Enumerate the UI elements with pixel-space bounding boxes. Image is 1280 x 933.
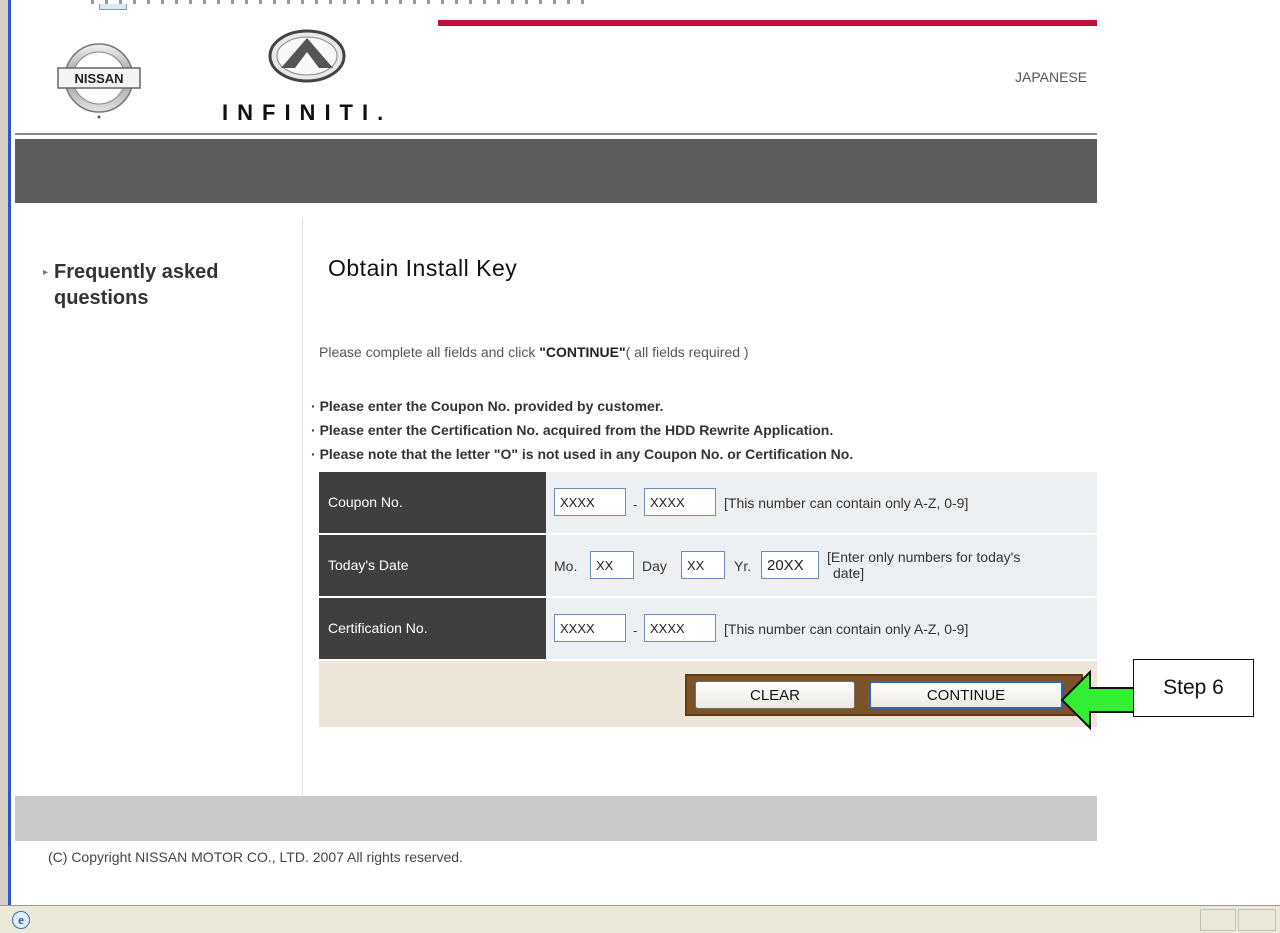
coupon-part1-input[interactable] — [554, 488, 626, 516]
copyright-text: (C) Copyright NISSAN MOTOR CO., LTD. 200… — [48, 849, 463, 865]
footer-band — [15, 796, 1097, 841]
note-coupon: · Please enter the Coupon No. provided b… — [311, 398, 663, 414]
sidebar-divider — [302, 218, 303, 796]
coupon-row: Coupon No. - [This number can contain on… — [319, 472, 1097, 535]
coupon-part2-input[interactable] — [644, 488, 716, 516]
coupon-cell: - [This number can contain only A-Z, 0-9… — [546, 472, 1097, 533]
instructions-after: ( all fields required ) — [625, 344, 749, 360]
coupon-hint: [This number can contain only A-Z, 0-9] — [724, 495, 969, 511]
certification-row: Certification No. - [This number can con… — [319, 598, 1097, 661]
ie-icon: e — [12, 911, 30, 929]
note-letter-o: · Please note that the letter "O" is not… — [311, 446, 853, 462]
status-panel — [1238, 909, 1276, 931]
faq-bullet-icon: ▸ — [43, 267, 49, 278]
note-text: Please enter the Coupon No. provided by … — [319, 398, 664, 414]
date-hint-line1: [Enter only numbers for today's — [827, 549, 1021, 565]
japanese-language-link[interactable]: JAPANESE — [1015, 69, 1087, 85]
year-label: Yr. — [734, 558, 752, 574]
infiniti-emblem — [268, 29, 346, 83]
note-bullet: · — [311, 398, 316, 414]
certification-hint: [This number can contain only A-Z, 0-9] — [724, 621, 969, 637]
note-text: Please note that the letter "O" is not u… — [319, 446, 854, 462]
certification-cell: - [This number can contain only A-Z, 0-9… — [546, 598, 1097, 659]
year-input[interactable] — [761, 551, 819, 579]
step-label: Step 6 — [1133, 659, 1254, 717]
coupon-separator: - — [633, 497, 638, 512]
window-left-border — [0, 0, 11, 933]
status-panel — [1200, 909, 1236, 931]
note-certification: · Please enter the Certification No. acq… — [311, 422, 833, 438]
certification-part2-input[interactable] — [644, 614, 716, 642]
button-frame: CLEAR CONTINUE — [685, 674, 1083, 716]
certification-part1-input[interactable] — [554, 614, 626, 642]
page-title: Obtain Install Key — [328, 255, 518, 281]
browser-toolbar-remnant — [11, 0, 1280, 12]
browser-status-bar: e — [0, 905, 1280, 933]
navigation-band — [15, 139, 1097, 203]
date-label: Today's Date — [319, 535, 546, 596]
nissan-logo: NISSAN — [57, 43, 141, 119]
certification-separator: - — [633, 623, 638, 638]
month-label: Mo. — [554, 558, 578, 574]
day-label: Day — [642, 558, 667, 574]
instructions-text: Please complete all fields and click "CO… — [319, 344, 749, 360]
brand-red-rule — [438, 20, 1097, 26]
note-bullet: · — [311, 422, 316, 438]
install-key-form: Coupon No. - [This number can contain on… — [319, 472, 1097, 727]
faq-link[interactable]: Frequently asked questions — [54, 259, 274, 311]
coupon-label: Coupon No. — [319, 472, 546, 533]
certification-label: Certification No. — [319, 598, 546, 659]
instructions-before: Please complete all fields and click — [319, 344, 540, 360]
step-arrow-icon — [1060, 669, 1135, 731]
form-button-row: CLEAR CONTINUE — [319, 661, 1097, 727]
infiniti-logo-text: INFINITI. — [222, 100, 393, 125]
nissan-logo-text: NISSAN — [74, 71, 123, 86]
note-bullet: · — [311, 446, 316, 462]
instructions-strong: "CONTINUE" — [539, 344, 626, 360]
continue-button[interactable]: CONTINUE — [869, 681, 1063, 709]
header-divider — [15, 133, 1097, 135]
day-input[interactable] — [681, 551, 725, 579]
clear-button[interactable]: CLEAR — [695, 681, 855, 709]
note-text: Please enter the Certification No. acqui… — [319, 422, 834, 438]
date-row: Today's Date Mo. Day Yr. [Enter only num… — [319, 535, 1097, 598]
date-hint-line2: date] — [833, 565, 865, 581]
month-input[interactable] — [590, 551, 634, 579]
date-cell: Mo. Day Yr. [Enter only numbers for toda… — [546, 535, 1097, 596]
